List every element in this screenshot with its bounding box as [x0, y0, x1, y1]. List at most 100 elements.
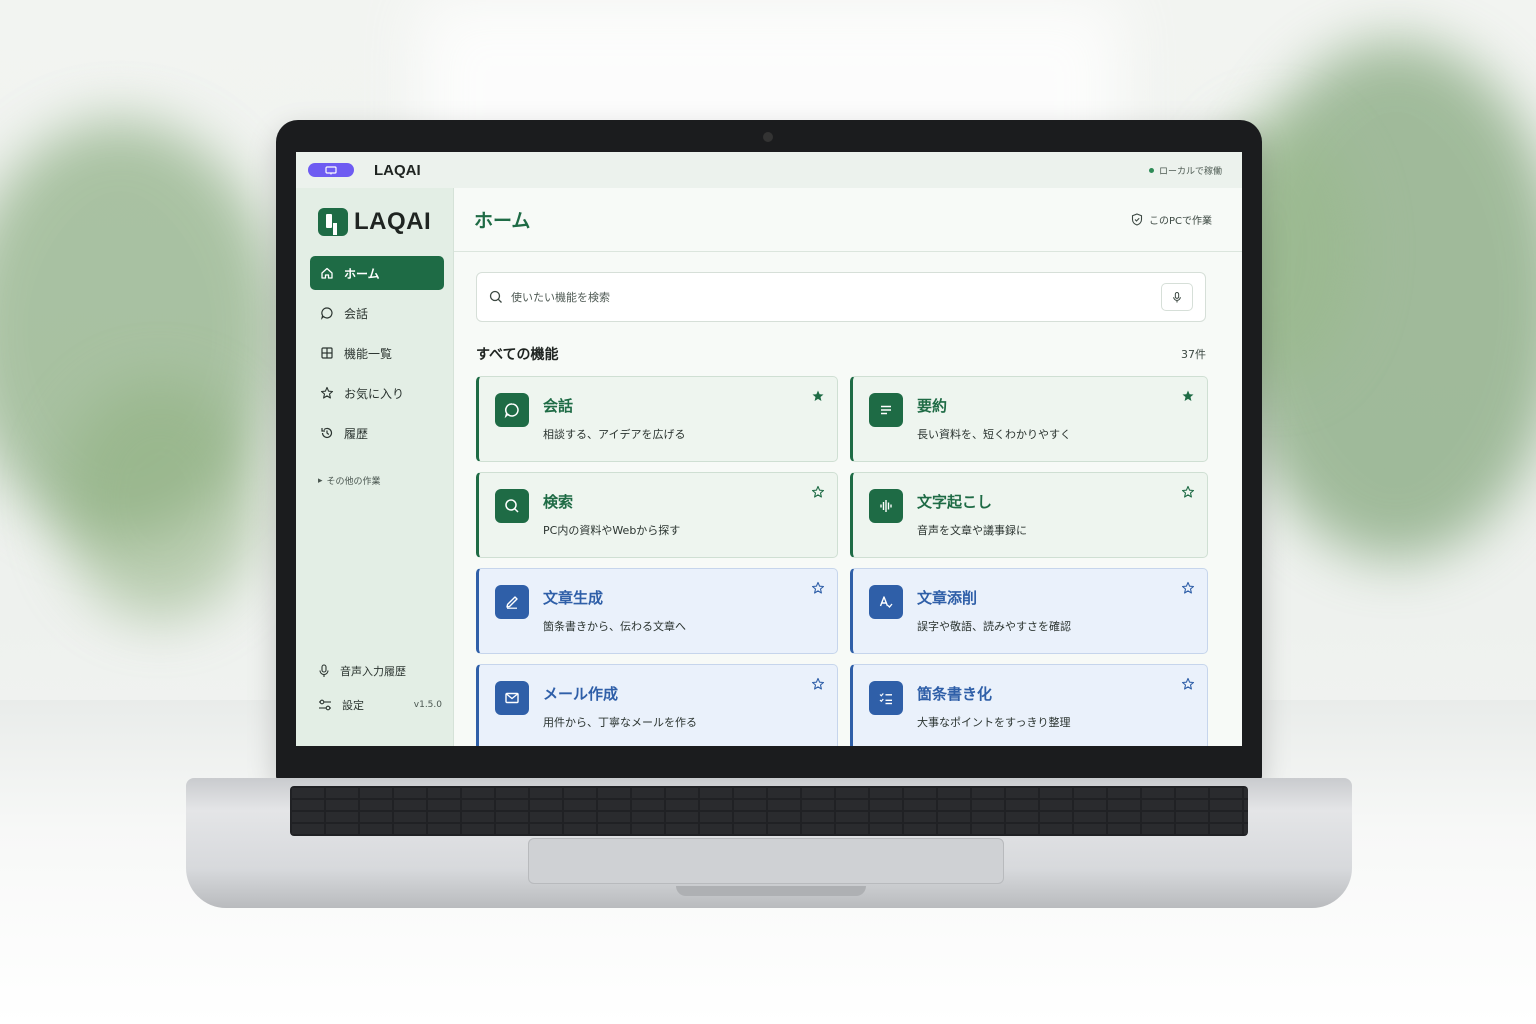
other-tasks-label: その他の作業: [326, 477, 381, 487]
star-outline-icon[interactable]: [1181, 485, 1195, 499]
logo-mark-icon: [318, 208, 348, 236]
features-section-header: すべての機能 37件: [476, 344, 1206, 364]
feature-card-email[interactable]: メール作成 用件から、丁寧なメールを作る: [476, 664, 838, 746]
status-dot-icon: [1148, 167, 1154, 173]
feature-card-desc: 用件から、丁寧なメールを作る: [543, 716, 697, 729]
feature-card-summary[interactable]: 要約 長い資料を、短くわかりやすく: [850, 376, 1208, 462]
feature-card-title: 文章添削: [917, 589, 978, 607]
star-outline-icon[interactable]: [811, 485, 825, 499]
laptop-lid: LAQAI ローカルで稼働 LAQAI ホーム 会話 機能一覧 お気に入り 履歴…: [276, 120, 1262, 782]
shield-check-icon: [1131, 213, 1143, 226]
sidebar-item-label: 機能一覧: [344, 346, 393, 361]
voice-search-button[interactable]: [1161, 283, 1193, 311]
sidebar-item-label: お気に入り: [344, 386, 405, 401]
pen-icon: [495, 585, 529, 619]
feature-card-transcription[interactable]: 文字起こし 音声を文章や議事録に: [850, 472, 1208, 558]
feature-card-title: 検索: [543, 493, 574, 511]
sidebar-bottom: 音声入力履歴 設定 v1.5.0: [318, 654, 442, 722]
feature-card-desc: 箇条書きから、伝わる文章へ: [543, 620, 686, 633]
feature-card-desc: 誤字や敬語、読みやすさを確認: [917, 620, 1071, 633]
feature-card-title: 文章生成: [543, 589, 604, 607]
feature-card-chat[interactable]: 会話 相談する、アイデアを広げる: [476, 376, 838, 462]
microphone-icon: [319, 664, 329, 677]
text-check-icon: [869, 585, 903, 619]
app-version: v1.5.0: [413, 700, 442, 710]
monitor-icon: [325, 165, 337, 174]
feature-card-search[interactable]: 検索 PC内の資料やWebから探す: [476, 472, 838, 558]
window-menu-pill[interactable]: [308, 163, 354, 177]
webcam: [763, 132, 773, 142]
sidebar-item-label: 会話: [344, 306, 369, 321]
sidebar-item-label: 履歴: [344, 426, 369, 441]
sidebar-item-history[interactable]: 履歴: [310, 416, 444, 450]
feature-card-title: 箇条書き化: [917, 685, 993, 703]
feature-card-bullets[interactable]: 箇条書き化 大事なポイントをすっきり整理: [850, 664, 1208, 746]
waveform-icon: [869, 489, 903, 523]
sidebar-item-features[interactable]: 機能一覧: [310, 336, 444, 370]
chat-icon: [320, 306, 334, 320]
logo-text: LAQAI: [354, 208, 432, 235]
sidebar-item-chat[interactable]: 会話: [310, 296, 444, 330]
home-icon: [320, 266, 334, 280]
other-tasks-toggle[interactable]: ▸ その他の作業: [318, 474, 381, 488]
microphone-icon: [1173, 291, 1181, 302]
feature-grid: 会話 相談する、アイデアを広げる 要約 長い資料を、短くわかりやすく 検索 PC…: [476, 376, 1208, 746]
work-location-badge: このPCで作業: [1131, 212, 1212, 227]
star-outline-icon[interactable]: [811, 677, 825, 691]
main-content: ホーム このPCで作業 すべての機能 37件: [454, 188, 1242, 746]
sidebar-item-home[interactable]: ホーム: [310, 256, 444, 290]
star-filled-icon[interactable]: [1181, 389, 1195, 403]
star-outline-icon[interactable]: [1181, 581, 1195, 595]
feature-search: [476, 272, 1206, 322]
grid-icon: [320, 346, 334, 360]
sidebar-nav: ホーム 会話 機能一覧 お気に入り 履歴: [310, 256, 444, 456]
feature-card-desc: PC内の資料やWebから探す: [543, 524, 681, 537]
search-input[interactable]: [511, 290, 1153, 304]
star-icon: [320, 386, 334, 400]
work-location-label: このPCで作業: [1148, 216, 1212, 227]
star-outline-icon[interactable]: [1181, 677, 1195, 691]
feature-card-title: メール作成: [543, 685, 619, 703]
voice-history-label: 音声入力履歴: [340, 665, 406, 678]
feature-card-proofreading[interactable]: 文章添削 誤字や敬語、読みやすさを確認: [850, 568, 1208, 654]
sidebar-item-label: ホーム: [344, 266, 380, 281]
mail-icon: [495, 681, 529, 715]
main-header: ホーム このPCで作業: [454, 188, 1242, 252]
sidebar: LAQAI ホーム 会話 機能一覧 お気に入り 履歴 ▸ その他の作業 音声入力…: [296, 188, 454, 746]
lines-icon: [869, 393, 903, 427]
search-icon: [495, 489, 529, 523]
app-logo[interactable]: LAQAI: [318, 208, 431, 236]
section-title: すべての機能: [476, 347, 559, 363]
star-filled-icon[interactable]: [811, 389, 825, 403]
laptop-keyboard: [290, 786, 1248, 836]
feature-card-desc: 長い資料を、短くわかりやすく: [917, 428, 1071, 441]
star-outline-icon[interactable]: [811, 581, 825, 595]
feature-card-desc: 大事なポイントをすっきり整理: [917, 716, 1071, 729]
feature-card-title: 会話: [543, 397, 574, 415]
background-plant: [60, 380, 260, 620]
local-status-label: ローカルで稼働: [1158, 166, 1222, 177]
feature-card-desc: 相談する、アイデアを広げる: [543, 428, 686, 441]
feature-card-writing[interactable]: 文章生成 箇条書きから、伝わる文章へ: [476, 568, 838, 654]
feature-card-title: 文字起こし: [917, 493, 993, 511]
caret-right-icon: ▸: [318, 475, 323, 486]
search-icon: [489, 290, 502, 303]
feature-count: 37件: [1181, 348, 1206, 361]
sliders-icon: [319, 699, 331, 711]
window-titlebar: LAQAI ローカルで稼働: [296, 152, 1242, 188]
local-status: ローカルで稼働: [1148, 164, 1222, 177]
page-title: ホーム: [474, 210, 531, 232]
laptop-trackpad: [528, 838, 1004, 884]
feature-card-desc: 音声を文章や議事録に: [917, 524, 1027, 537]
laptop-base: [186, 778, 1352, 908]
feature-card-title: 要約: [917, 397, 948, 415]
sidebar-item-favorites[interactable]: お気に入り: [310, 376, 444, 410]
settings-label: 設定: [342, 699, 364, 712]
chat-icon: [495, 393, 529, 427]
settings-link[interactable]: 設定 v1.5.0: [318, 688, 442, 722]
history-icon: [320, 426, 334, 440]
voice-history-link[interactable]: 音声入力履歴: [318, 654, 442, 688]
checklist-icon: [869, 681, 903, 715]
laptop-lid-notch: [676, 886, 866, 896]
titlebar-app-name: LAQAI: [374, 161, 421, 179]
